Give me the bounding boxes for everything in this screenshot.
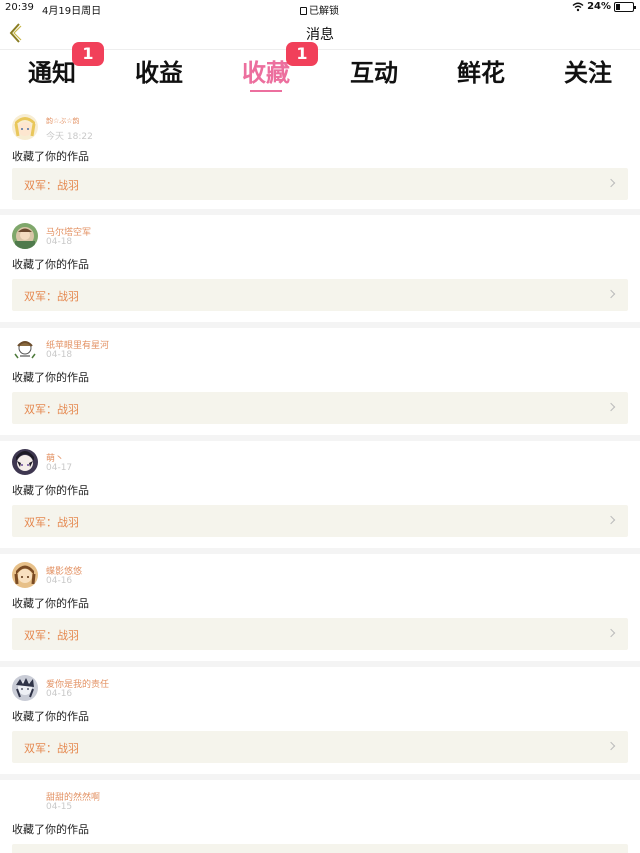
work-title: 双军：战羽 <box>24 179 79 192</box>
favorite-card: 甜甜的然然啊04-15收藏了你的作品双军：战羽 <box>0 780 640 853</box>
timestamp: 04-17 <box>46 463 73 473</box>
chevron-right-icon <box>606 741 616 751</box>
favorite-card: 爱你是我的责任 04-16 收藏了你的作品 双军：战羽 <box>0 667 640 774</box>
status-date: 4月19日周日 <box>42 6 102 17</box>
status-lock: 已解锁 <box>300 2 339 17</box>
active-tab-indicator <box>250 90 282 92</box>
tab-label: 关注 <box>564 59 612 87</box>
work-title: 双军：战羽 <box>24 290 79 303</box>
user-avatar[interactable] <box>12 223 38 249</box>
work-link[interactable]: 双军：战羽 <box>12 618 628 650</box>
work-link[interactable]: 双军：战羽 <box>12 844 628 853</box>
timestamp: 今天 18:22 <box>46 132 93 142</box>
user-avatar[interactable] <box>12 336 38 362</box>
tab-3[interactable]: 互动 <box>334 54 414 94</box>
tab-label: 收益 <box>135 59 183 87</box>
wifi-icon <box>572 2 584 11</box>
timestamp: 04-16 <box>46 576 73 586</box>
battery-percentage: 24% <box>587 1 611 12</box>
work-link[interactable]: 双军：战羽 <box>12 505 628 537</box>
timestamp: 04-18 <box>46 237 73 247</box>
action-text: 收藏了你的作品 <box>12 150 89 163</box>
work-title: 双军：战羽 <box>24 516 79 529</box>
chevron-right-icon <box>606 515 616 525</box>
tab-bar: 通知 1 收益 收藏 1 互动 鲜花 关注 <box>0 42 640 98</box>
work-title: 双军：战羽 <box>24 629 79 642</box>
battery-fill <box>616 3 621 10</box>
favorite-card: 韵☆ぶ☆韵今天 18:22 收藏了你的作品 双军：战羽 <box>0 98 640 209</box>
tab-1[interactable]: 收益 <box>119 54 199 94</box>
tab-5[interactable]: 关注 <box>548 54 628 94</box>
tab-badge: 1 <box>72 42 104 66</box>
tab-4[interactable]: 鲜花 <box>441 54 521 94</box>
username-link[interactable]: 韵☆ぶ☆韵 <box>46 116 80 126</box>
timestamp: 04-15 <box>46 802 73 812</box>
chevron-right-icon <box>606 178 616 188</box>
messages-screen: 20:39 4月19日周日 已解锁 24% 消息 通知 1 收益 收藏 1 互动… <box>0 0 640 853</box>
work-link[interactable]: 双军：战羽 <box>12 168 628 200</box>
tab-badge: 1 <box>286 42 318 66</box>
work-link[interactable]: 双军：战羽 <box>12 392 628 424</box>
tab-label: 收藏 <box>242 59 290 87</box>
work-link[interactable]: 双军：战羽 <box>12 279 628 311</box>
battery-icon <box>614 1 636 12</box>
favorite-card: 马尔塔空军 04-18 收藏了你的作品 双军：战羽 <box>0 215 640 322</box>
battery-nub <box>634 5 636 9</box>
action-text: 收藏了你的作品 <box>12 823 89 836</box>
chevron-right-icon <box>606 289 616 299</box>
tab-label: 互动 <box>350 59 398 87</box>
favorite-card: 蝶影悠悠 04-16 收藏了你的作品 双军：战羽 <box>0 554 640 661</box>
page-title: 消息 <box>306 27 334 43</box>
work-title: 双军：战羽 <box>24 742 79 755</box>
chevron-right-icon <box>606 402 616 412</box>
action-text: 收藏了你的作品 <box>12 371 89 384</box>
timestamp: 04-18 <box>46 350 73 360</box>
tab-label: 通知 <box>28 59 76 87</box>
unlock-icon <box>300 7 307 15</box>
user-avatar[interactable] <box>12 114 38 140</box>
action-text: 收藏了你的作品 <box>12 597 89 610</box>
work-title: 双军：战羽 <box>24 403 79 416</box>
action-text: 收藏了你的作品 <box>12 258 89 271</box>
status-right: 24% <box>572 1 636 12</box>
status-bar: 20:39 4月19日周日 已解锁 24% <box>0 0 640 17</box>
chevron-right-icon <box>606 628 616 638</box>
user-avatar[interactable] <box>12 449 38 475</box>
status-time: 20:39 <box>5 2 34 13</box>
work-link[interactable]: 双军：战羽 <box>12 731 628 763</box>
action-text: 收藏了你的作品 <box>12 484 89 497</box>
action-text: 收藏了你的作品 <box>12 710 89 723</box>
timestamp: 04-16 <box>46 689 73 699</box>
favorites-feed: 韵☆ぶ☆韵 今天 18:22 收藏了你的作品 双军：战羽 马尔塔空军 04-18 收藏了你的… <box>0 98 640 853</box>
tab-label: 鲜花 <box>457 59 505 87</box>
favorite-card: 萌丶 04-17 收藏了你的作品 双军：战羽 <box>0 441 640 548</box>
user-avatar[interactable] <box>12 675 38 701</box>
user-avatar[interactable] <box>12 788 38 814</box>
user-avatar[interactable] <box>12 562 38 588</box>
favorite-card: 纸苹眼里有星河 04-18 收藏了你的作品 双军：战羽 <box>0 328 640 435</box>
